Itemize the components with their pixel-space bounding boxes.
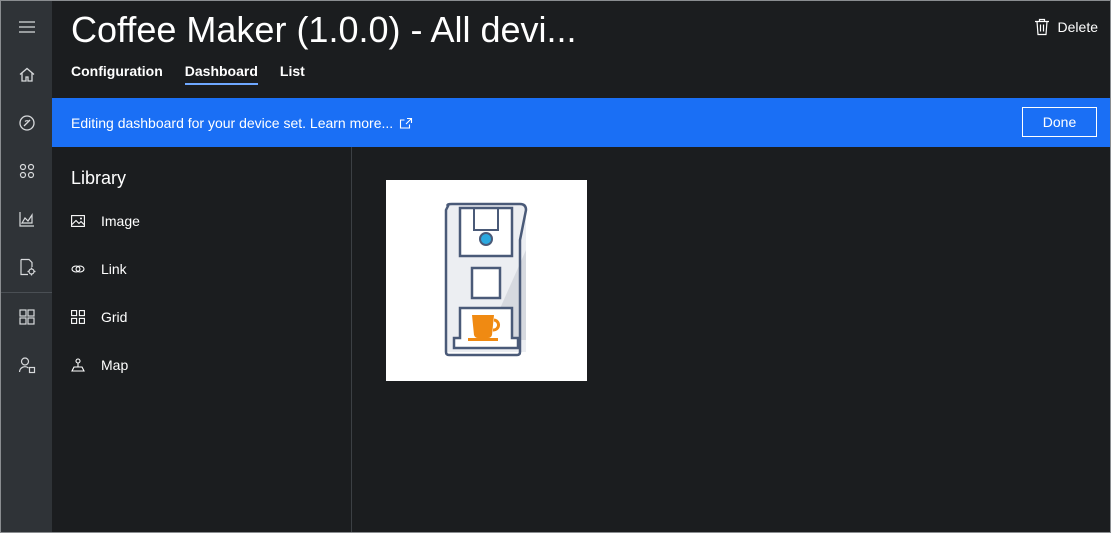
admin-icon xyxy=(18,357,35,374)
image-tile[interactable] xyxy=(386,180,587,381)
analytics-nav-button[interactable] xyxy=(1,195,52,243)
analytics-icon xyxy=(18,212,34,227)
editing-banner: Editing dashboard for your device set. L… xyxy=(52,98,1110,147)
grid-icon xyxy=(71,310,85,324)
link-icon xyxy=(71,262,85,276)
admin-nav-button[interactable] xyxy=(1,341,52,389)
image-icon xyxy=(71,214,85,228)
map-icon xyxy=(71,358,85,372)
dashboard-nav-button[interactable] xyxy=(1,99,52,147)
library-item-map[interactable]: Map xyxy=(71,353,128,377)
devices-icon xyxy=(19,163,34,179)
coffee-maker-image xyxy=(444,202,528,357)
page-title: Coffee Maker (1.0.0) - All devi... xyxy=(71,9,577,50)
home-icon xyxy=(19,67,34,82)
trash-icon xyxy=(1034,18,1049,36)
devices-nav-button[interactable] xyxy=(1,147,52,195)
dashboard-icon xyxy=(18,115,35,131)
apps-icon xyxy=(18,309,35,325)
library-item-label: Map xyxy=(101,357,129,373)
dashboard-canvas xyxy=(353,147,1110,532)
library-panel: Library Image Link Grid Map xyxy=(52,147,352,532)
library-item-image[interactable]: Image xyxy=(71,209,140,233)
left-nav-rail xyxy=(1,1,52,532)
library-item-link[interactable]: Link xyxy=(71,257,127,281)
home-nav-button[interactable] xyxy=(1,51,52,99)
library-item-label: Image xyxy=(101,213,140,229)
library-item-label: Link xyxy=(101,261,127,277)
tab-list[interactable]: List xyxy=(280,63,305,85)
done-button[interactable]: Done xyxy=(1022,107,1097,137)
library-item-grid[interactable]: Grid xyxy=(71,305,127,329)
banner-text: Editing dashboard for your device set. L… xyxy=(71,115,394,131)
tab-configuration[interactable]: Configuration xyxy=(71,63,163,85)
hamburger-icon xyxy=(18,21,35,33)
page-header: Coffee Maker (1.0.0) - All devi... Delet… xyxy=(52,1,1110,98)
delete-label: Delete xyxy=(1057,19,1098,35)
external-link-icon xyxy=(400,117,413,129)
device-templates-nav-button[interactable] xyxy=(1,243,52,291)
banner-message[interactable]: Editing dashboard for your device set. L… xyxy=(71,115,413,131)
tab-bar: Configuration Dashboard List xyxy=(71,63,305,85)
hamburger-menu-button[interactable] xyxy=(1,3,52,51)
tab-dashboard[interactable]: Dashboard xyxy=(184,63,258,85)
library-item-label: Grid xyxy=(101,309,128,325)
library-title: Library xyxy=(71,168,127,188)
delete-button[interactable]: Delete xyxy=(1034,15,1098,39)
device-templates-icon xyxy=(19,258,35,276)
apps-nav-button[interactable] xyxy=(1,293,52,341)
